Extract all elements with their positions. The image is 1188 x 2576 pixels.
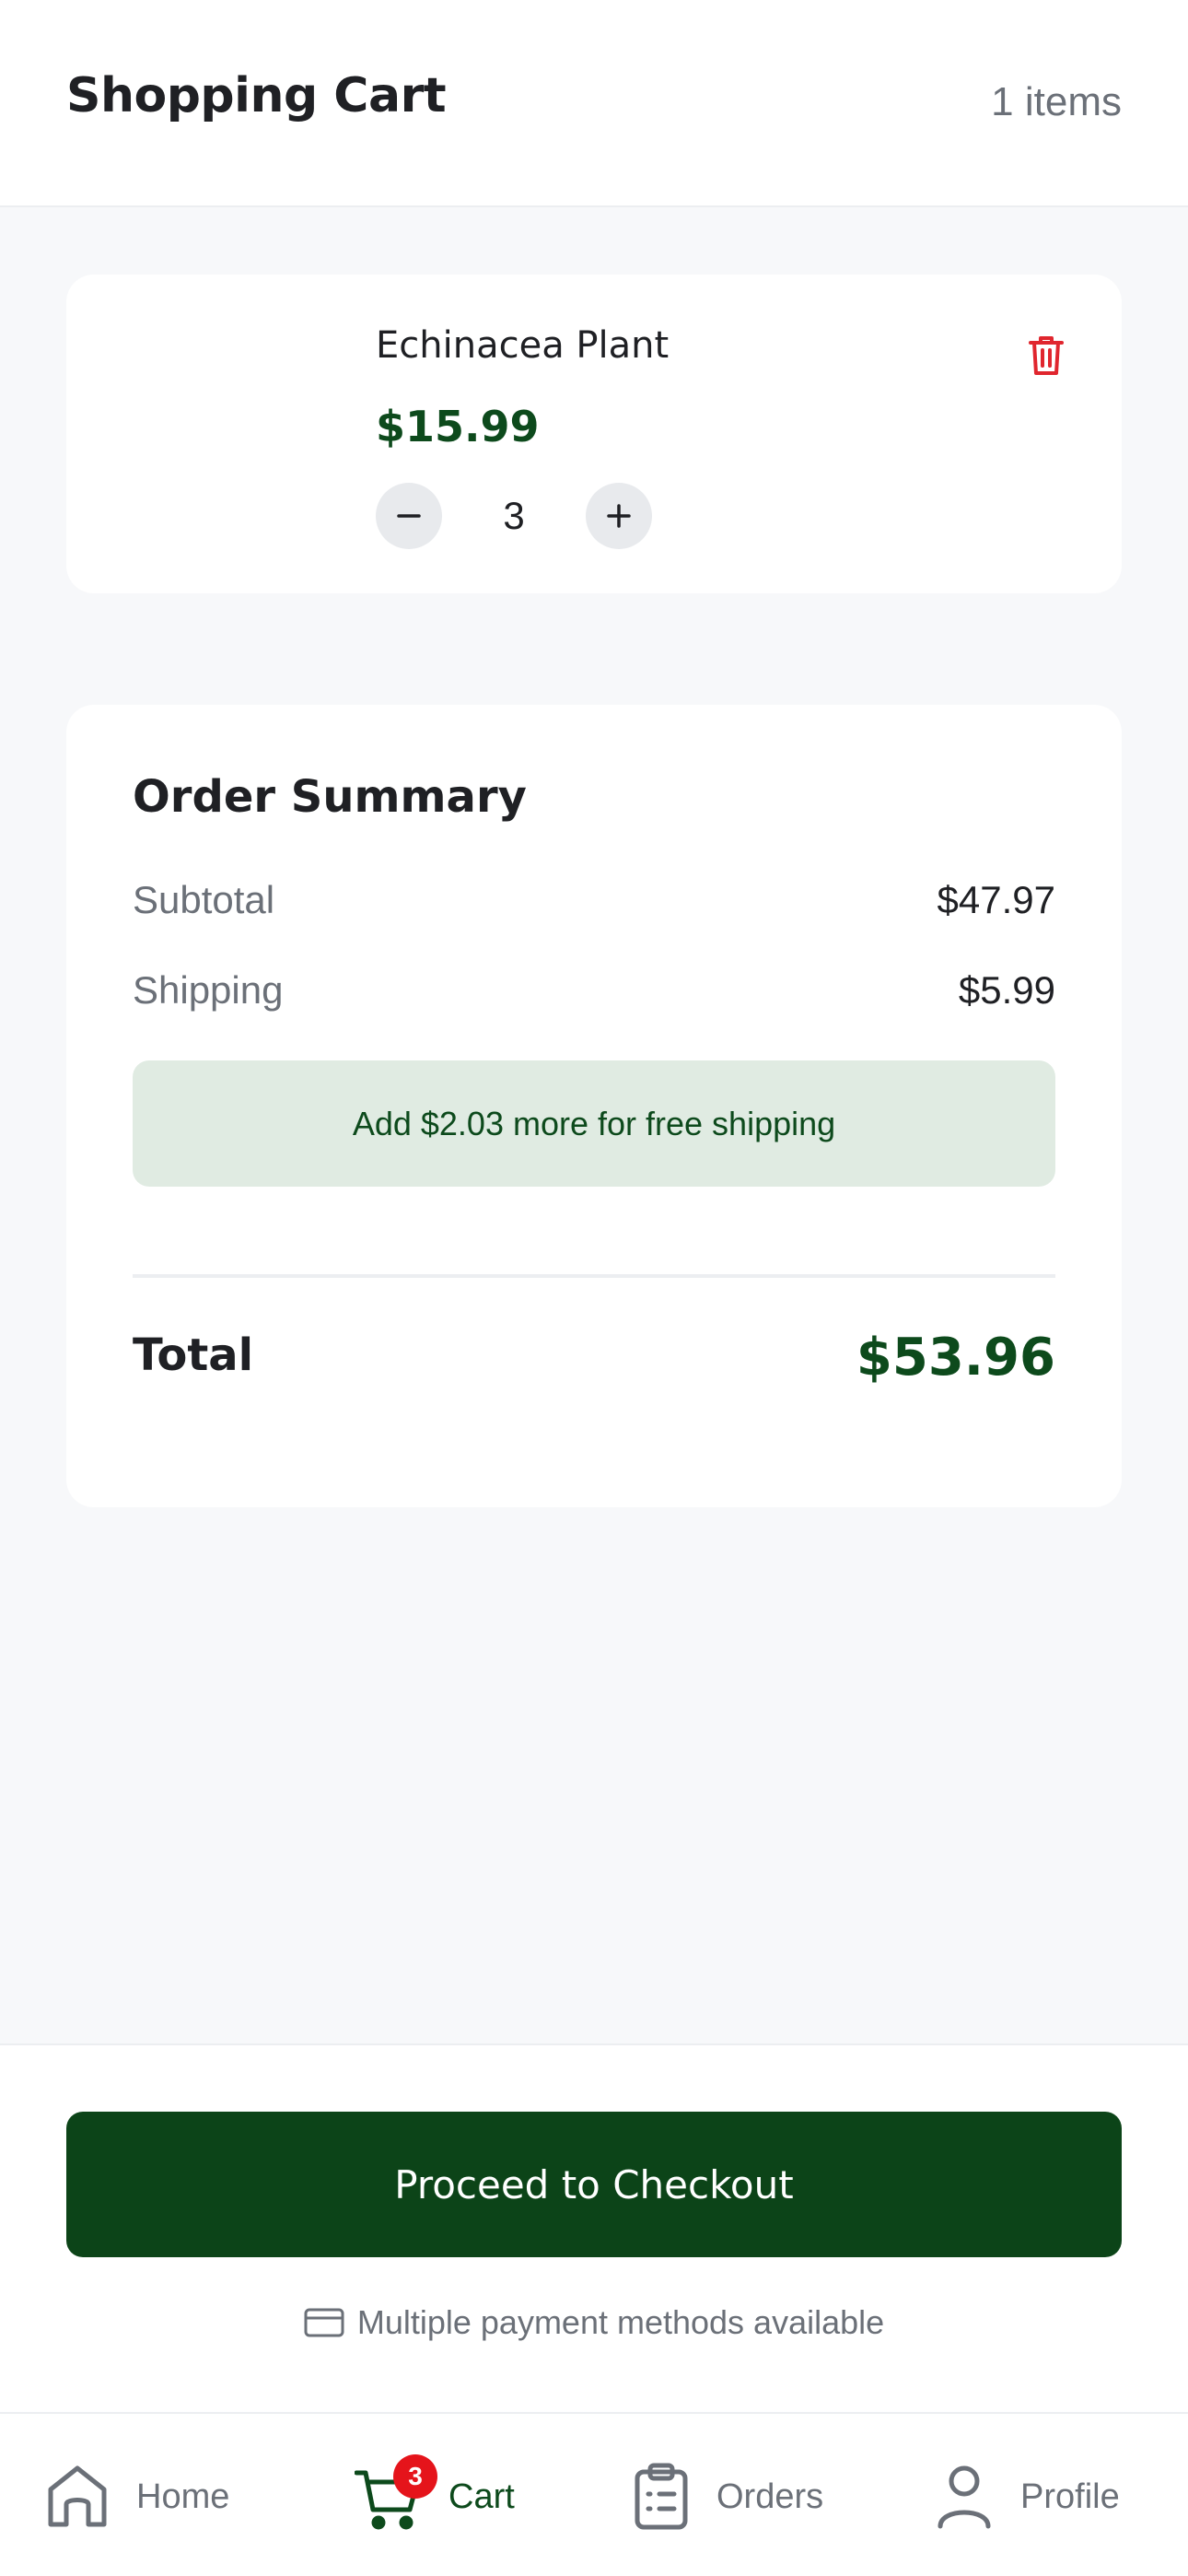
total-value: $53.96: [856, 1328, 1055, 1388]
tab-profile[interactable]: Profile: [936, 2460, 1120, 2534]
quantity-decrease-button[interactable]: [376, 483, 442, 549]
tab-cart[interactable]: 3 Cart: [354, 2454, 515, 2534]
shipping-value: $5.99: [958, 968, 1055, 1012]
delete-item-button[interactable]: [1020, 330, 1072, 381]
tab-orders[interactable]: Orders: [634, 2460, 823, 2534]
cart-item-card: Echinacea Plant $15.99 3: [66, 275, 1122, 593]
page-header: Shopping Cart 1 items: [0, 0, 1188, 207]
cart-badge: 3: [393, 2454, 437, 2499]
proceed-to-checkout-button[interactable]: Proceed to Checkout: [66, 2112, 1122, 2257]
summary-divider: [133, 1274, 1055, 1278]
checkout-footer: Proceed to Checkout Multiple payment met…: [0, 2043, 1188, 2412]
item-name: Echinacea Plant: [376, 324, 670, 367]
user-icon: [938, 2465, 991, 2529]
subtotal-value: $47.97: [937, 878, 1055, 921]
order-summary-card: Order Summary Subtotal $47.97 Shipping $…: [66, 705, 1122, 1507]
credit-card-icon: [304, 2308, 344, 2337]
order-summary-title: Order Summary: [133, 771, 527, 823]
tab-cart-label: Cart: [448, 2476, 515, 2516]
cart-icon-wrapper: 3: [354, 2454, 437, 2534]
subtotal-label: Subtotal: [133, 878, 275, 921]
clipboard-list-icon: [635, 2463, 688, 2530]
tab-orders-label: Orders: [716, 2476, 824, 2516]
shipping-label: Shipping: [133, 968, 284, 1012]
minus-icon: [397, 514, 421, 518]
plus-icon: [607, 504, 631, 528]
page-title: Shopping Cart: [66, 68, 447, 123]
payment-note-text: Multiple payment methods available: [356, 2303, 885, 2341]
item-count: 1 items: [991, 79, 1122, 124]
item-price: $15.99: [376, 402, 540, 451]
tab-home[interactable]: Home: [46, 2460, 229, 2534]
payment-note: Multiple payment methods available: [0, 2303, 1188, 2342]
free-shipping-banner: Add $2.03 more for free shipping: [133, 1060, 1055, 1187]
total-label: Total: [133, 1329, 254, 1381]
bottom-tab-bar: Home 3 Cart Orders Profile: [0, 2412, 1188, 2576]
tab-profile-label: Profile: [1020, 2476, 1120, 2516]
quantity-increase-button[interactable]: [586, 483, 652, 549]
home-icon: [48, 2465, 107, 2527]
trash-icon: [1029, 336, 1064, 375]
quantity-value: 3: [503, 494, 525, 537]
tab-home-label: Home: [136, 2476, 230, 2516]
